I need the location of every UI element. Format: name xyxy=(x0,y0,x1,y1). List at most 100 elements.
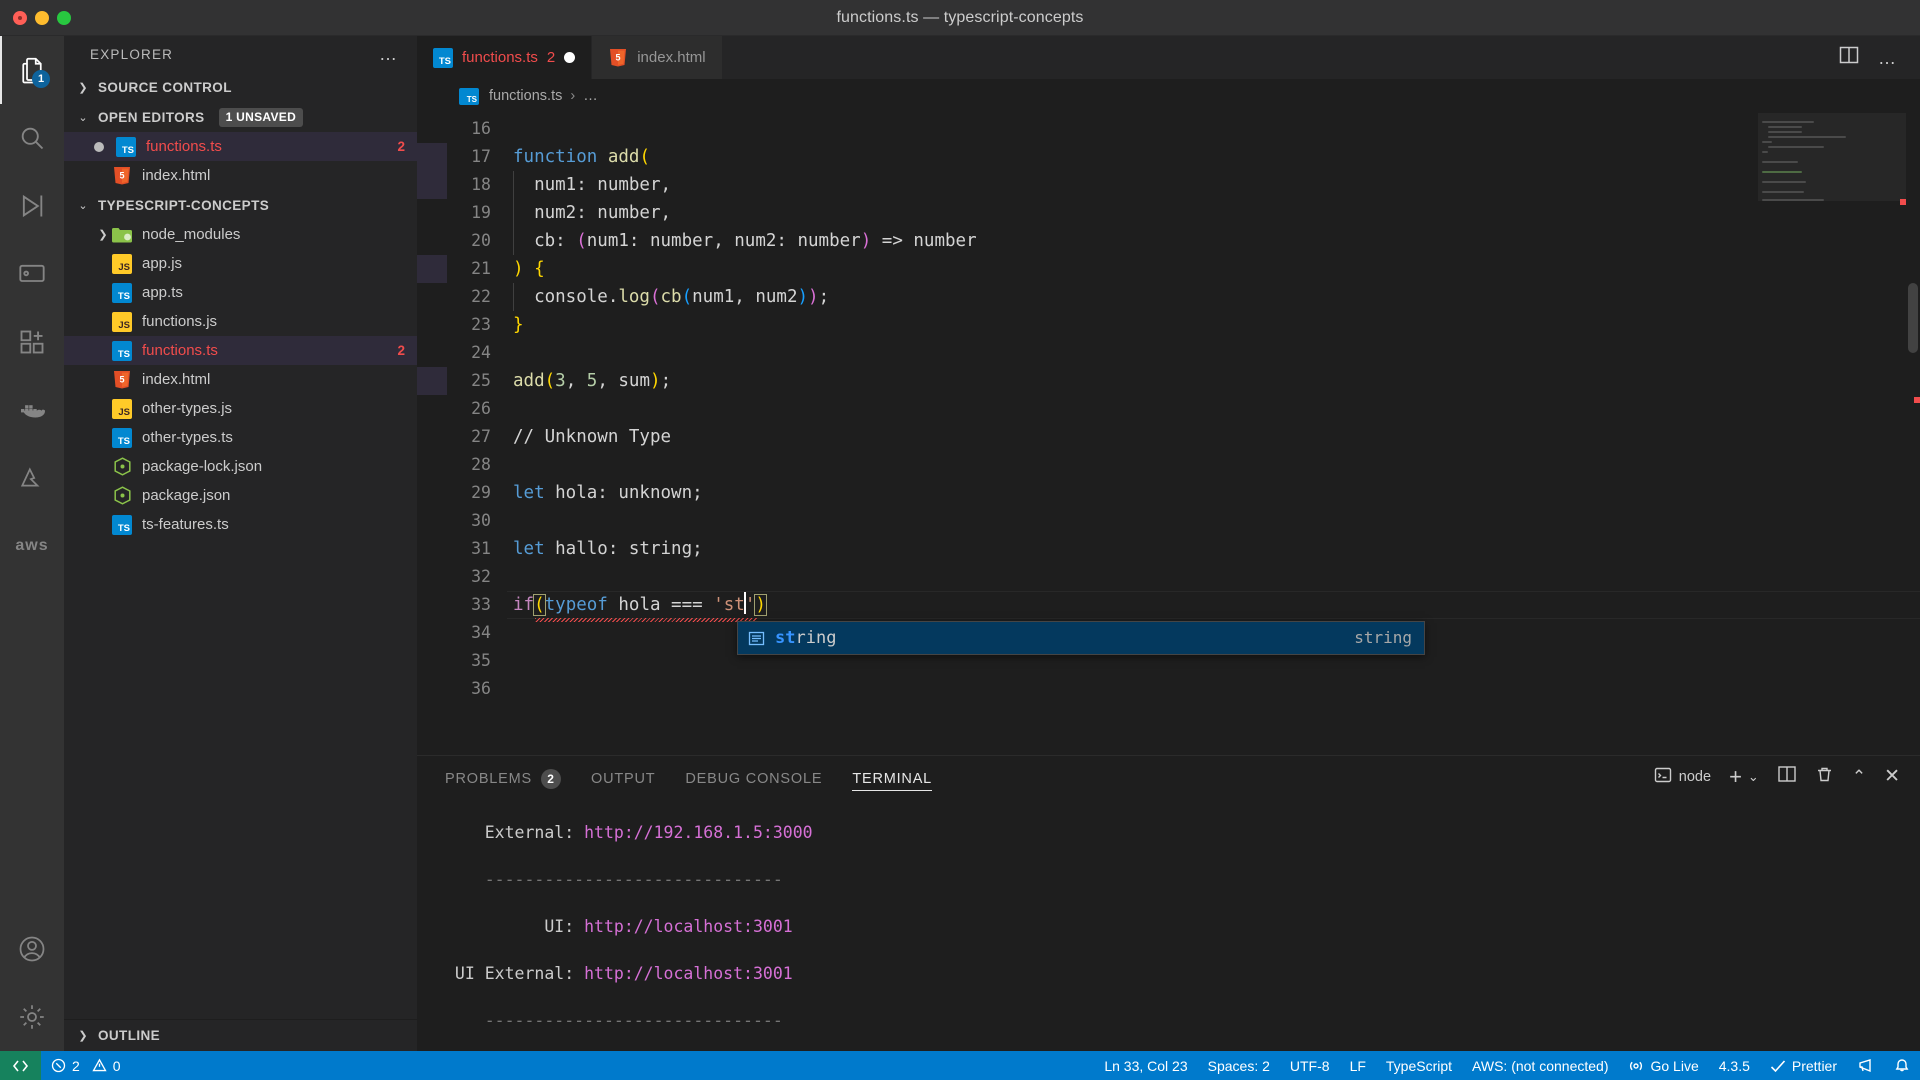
line-number: 16 xyxy=(471,119,491,138)
sidebar-item-run-debug[interactable] xyxy=(0,172,64,240)
problems-status[interactable]: 2 0 xyxy=(41,1051,131,1080)
tree-item-functions-ts[interactable]: TS functions.ts 2 xyxy=(64,336,417,365)
tree-item-other-types-ts[interactable]: TS other-types.ts xyxy=(64,423,417,452)
line-content: console.log(cb(num1, num2)); xyxy=(513,283,829,311)
debug-icon xyxy=(18,192,46,220)
split-editor-icon[interactable] xyxy=(1838,44,1860,71)
tree-item-label: ts-features.ts xyxy=(142,516,229,533)
section-open-editors[interactable]: ⌄ OPEN EDITORS 1 UNSAVED xyxy=(64,102,417,132)
sidebar-item-remote-explorer[interactable] xyxy=(0,240,64,308)
notifications-button[interactable] xyxy=(1884,1051,1920,1080)
line-content: function add( xyxy=(513,147,650,167)
search-icon xyxy=(18,124,46,152)
line-content: ) { xyxy=(513,259,545,279)
remote-brackets-icon xyxy=(12,1059,29,1073)
bottom-panel: PROBLEMS 2 OUTPUT DEBUG CONSOLE TERMINAL xyxy=(417,755,1920,1051)
tree-item-package-json[interactable]: package.json xyxy=(64,481,417,510)
section-outline[interactable]: ❯ OUTLINE xyxy=(64,1019,417,1051)
terminal-dropdown-icon[interactable]: ⌄ xyxy=(1748,769,1759,785)
code-line-26: 26 xyxy=(447,395,1920,423)
tab-debug-console[interactable]: DEBUG CONSOLE xyxy=(685,756,822,797)
tab-terminal[interactable]: TERMINAL xyxy=(852,756,932,797)
suggestion-widget[interactable]: string string xyxy=(737,621,1425,655)
broadcast-icon xyxy=(1628,1058,1644,1074)
indentation-setting[interactable]: Spaces: 2 xyxy=(1198,1051,1280,1080)
terminal-selector[interactable]: node xyxy=(1654,766,1711,788)
breadcrumb-file[interactable]: functions.ts xyxy=(489,88,562,104)
split-terminal-icon[interactable] xyxy=(1777,764,1797,789)
azure-icon xyxy=(19,465,45,491)
line-content: num1: number, xyxy=(513,171,671,199)
remote-host-button[interactable] xyxy=(0,1051,41,1080)
typescript-version[interactable]: 4.3.5 xyxy=(1709,1051,1760,1080)
breadcrumb: TS functions.ts › … xyxy=(417,79,1920,113)
kill-terminal-icon[interactable] xyxy=(1815,765,1834,789)
sidebar-item-extensions[interactable] xyxy=(0,308,64,376)
tab-dirty-indicator[interactable] xyxy=(564,52,576,63)
tree-item-index-html[interactable]: 5 index.html xyxy=(64,365,417,394)
ts-file-icon: TS xyxy=(116,136,136,157)
tab-functions-ts[interactable]: TS functions.ts 2 xyxy=(417,36,593,79)
language-mode[interactable]: TypeScript xyxy=(1376,1051,1462,1080)
suggestion-match: st xyxy=(775,628,796,648)
sidebar-item-docker[interactable] xyxy=(0,376,64,444)
more-actions-icon[interactable]: … xyxy=(1878,49,1898,67)
unsaved-dot-icon[interactable] xyxy=(94,141,104,152)
editor-scrollbar[interactable] xyxy=(1908,283,1918,353)
section-workspace-folder[interactable]: ⌄ TYPESCRIPT-CONCEPTS xyxy=(64,190,417,220)
explorer-badge: 1 xyxy=(32,70,50,88)
new-terminal-icon[interactable]: + xyxy=(1729,765,1742,787)
remote-icon xyxy=(18,260,46,288)
sidebar-item-aws[interactable]: aws xyxy=(0,512,64,580)
open-editor-functions-ts[interactable]: TS functions.ts 2 xyxy=(64,132,417,161)
cursor-position[interactable]: Ln 33, Col 23 xyxy=(1094,1051,1197,1080)
line-number: 22 xyxy=(471,287,491,306)
error-count: 2 xyxy=(72,1057,80,1074)
chevron-right-icon[interactable]: ❯ xyxy=(94,228,112,241)
code-editor[interactable]: 16 17 function add( 18 num1: number, 19 … xyxy=(417,113,1920,755)
tree-item-functions-js[interactable]: JS functions.js xyxy=(64,307,417,336)
sidebar-header: EXPLORER … xyxy=(64,36,417,72)
encoding-setting[interactable]: UTF-8 xyxy=(1280,1051,1340,1080)
terminal-line: UI External: http://localhost:3001 xyxy=(445,963,793,983)
check-icon xyxy=(1770,1059,1786,1073)
sidebar-item-explorer[interactable]: 1 xyxy=(0,36,64,104)
tree-item-ts-features-ts[interactable]: TS ts-features.ts xyxy=(64,510,417,539)
eol-setting[interactable]: LF xyxy=(1340,1051,1376,1080)
sidebar-item-azure[interactable] xyxy=(0,444,64,512)
tab-output-label: OUTPUT xyxy=(590,770,656,787)
prettier-status[interactable]: Prettier xyxy=(1760,1051,1847,1080)
code-line-24: 24 xyxy=(447,339,1920,367)
html-file-icon: 5 xyxy=(112,370,132,390)
tree-item-app-js[interactable]: JS app.js xyxy=(64,249,417,278)
error-count: 2 xyxy=(397,343,405,358)
activity-bar: 1 aws xyxy=(0,36,64,1051)
sidebar-more-actions-icon[interactable]: … xyxy=(379,45,399,63)
code-lines[interactable]: 16 17 function add( 18 num1: number, 19 … xyxy=(447,113,1920,755)
tab-output[interactable]: OUTPUT xyxy=(591,756,655,797)
maximize-panel-icon[interactable]: ⌃ xyxy=(1852,767,1866,787)
aws-status[interactable]: AWS: (not connected) xyxy=(1462,1051,1618,1080)
terminal-output[interactable]: External: http://192.168.1.5:3000 ------… xyxy=(417,797,1920,1051)
tree-item-package-lock-json[interactable]: package-lock.json xyxy=(64,452,417,481)
sidebar-item-search[interactable] xyxy=(0,104,64,172)
json-file-icon xyxy=(112,486,132,506)
tree-item-other-types-js[interactable]: JS other-types.js xyxy=(64,394,417,423)
section-source-control[interactable]: ❯ SOURCE CONTROL xyxy=(64,72,417,102)
tree-item-node-modules[interactable]: ❯ node_modules xyxy=(64,220,417,249)
go-live-button[interactable]: Go Live xyxy=(1618,1051,1708,1080)
feedback-button[interactable] xyxy=(1847,1051,1884,1080)
breadcrumb-trail[interactable]: … xyxy=(583,88,598,104)
suggestion-item-string[interactable]: string string xyxy=(738,622,1424,654)
code-line-23: 23 } xyxy=(447,311,1920,339)
title-bar: functions.ts — typescript-concepts xyxy=(0,0,1920,36)
tab-problems[interactable]: PROBLEMS 2 xyxy=(445,756,561,797)
ts-file-icon: TS xyxy=(433,47,453,68)
tree-item-label: functions.js xyxy=(142,313,218,330)
tab-index-html[interactable]: 5 index.html xyxy=(592,36,723,79)
manage-settings-button[interactable] xyxy=(0,983,64,1051)
tree-item-app-ts[interactable]: TS app.ts xyxy=(64,278,417,307)
accounts-button[interactable] xyxy=(0,915,64,983)
close-panel-icon[interactable]: ✕ xyxy=(1884,765,1900,788)
open-editor-index-html[interactable]: 5 index.html xyxy=(64,161,417,190)
